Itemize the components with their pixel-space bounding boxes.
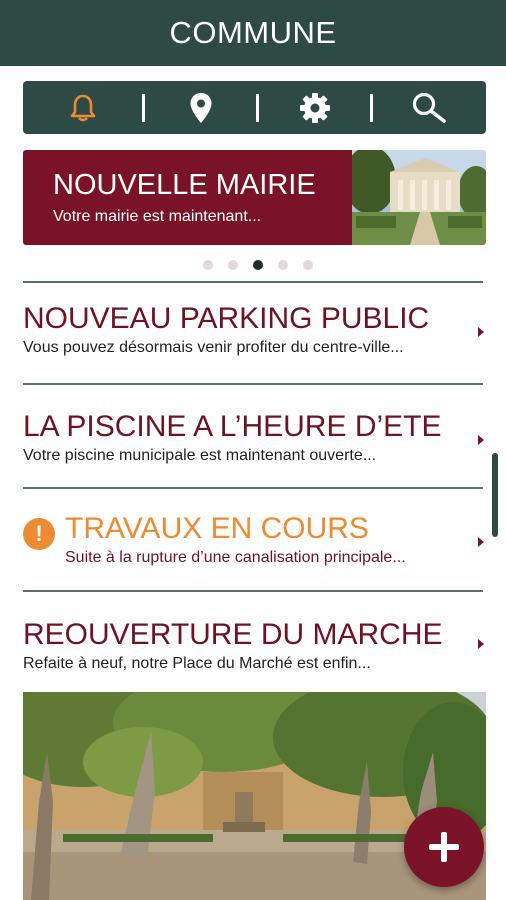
add-button[interactable] [404, 807, 484, 887]
carousel-dot[interactable] [228, 260, 238, 270]
scrollbar[interactable] [492, 453, 498, 537]
news-subtitle: Refaite à neuf, notre Place du Marché es… [23, 655, 371, 672]
carousel-dot[interactable] [303, 260, 313, 270]
news-item-parking[interactable]: NOUVEAU PARKING PUBLIC Vous pouvez désor… [23, 301, 486, 358]
banner-title: NOUVELLE MAIRIE [53, 169, 316, 201]
divider [23, 590, 483, 592]
carousel-dot[interactable] [278, 260, 288, 270]
gear-icon [299, 92, 330, 123]
app-title: COMMUNE [169, 15, 337, 50]
app-header: COMMUNE [0, 0, 506, 66]
news-title: REOUVERTURE DU MARCHE [23, 618, 443, 651]
chevron-right-icon [478, 537, 484, 547]
top-toolbar [23, 81, 486, 134]
divider [23, 281, 483, 283]
news-item-marche[interactable]: REOUVERTURE DU MARCHE Refaite à neuf, no… [23, 617, 486, 674]
news-item-travaux[interactable]: ! TRAVAUX EN COURS Suite à la rupture d’… [23, 511, 486, 568]
search-icon [412, 92, 446, 123]
news-item-piscine[interactable]: LA PISCINE A L’HEURE D’ETE Votre piscine… [23, 409, 486, 466]
bell-icon [70, 94, 95, 121]
town-hall-photo [352, 150, 486, 245]
banner-subtitle: Votre mairie est maintenant... [53, 208, 262, 225]
notifications-button[interactable] [23, 81, 142, 134]
news-subtitle: Vous pouvez désormais venir profiter du … [23, 339, 404, 356]
search-button[interactable] [373, 81, 484, 134]
chevron-right-icon [478, 327, 484, 337]
location-button[interactable] [145, 81, 256, 134]
chevron-right-icon [478, 639, 484, 649]
news-subtitle: Suite à la rupture d’une canalisation pr… [65, 549, 406, 566]
news-subtitle: Votre piscine municipale est maintenant … [23, 447, 377, 464]
settings-button[interactable] [259, 81, 370, 134]
news-title: LA PISCINE A L’HEURE D’ETE [23, 410, 442, 443]
news-title: NOUVEAU PARKING PUBLIC [23, 302, 430, 335]
carousel-dot[interactable] [203, 260, 213, 270]
location-pin-icon [190, 92, 211, 123]
divider [23, 487, 483, 489]
featured-banner[interactable]: NOUVELLE MAIRIE Votre mairie est mainten… [23, 150, 486, 245]
divider [23, 383, 483, 385]
carousel-dot-active[interactable] [253, 260, 263, 270]
warning-icon: ! [23, 518, 55, 550]
plus-icon [429, 832, 459, 862]
news-title: TRAVAUX EN COURS [65, 512, 369, 545]
carousel-indicator [203, 260, 313, 270]
chevron-right-icon [478, 435, 484, 445]
banner-text: NOUVELLE MAIRIE Votre mairie est mainten… [23, 150, 352, 245]
